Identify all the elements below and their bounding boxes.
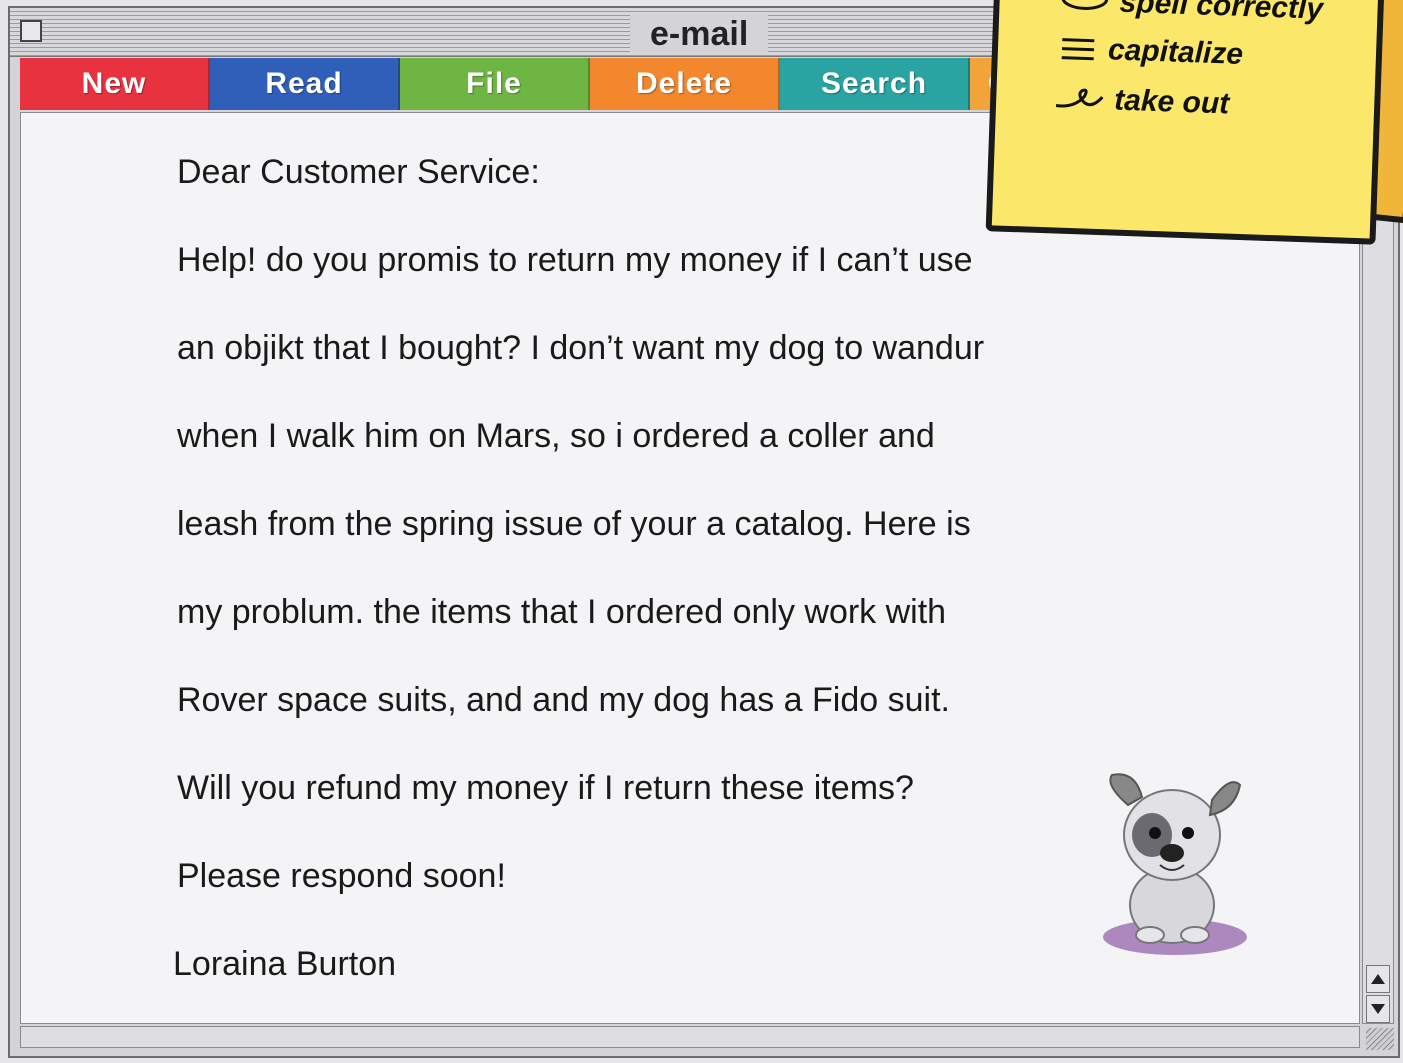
delete-loop-icon — [1055, 88, 1104, 108]
arrow-up-icon — [1371, 974, 1385, 984]
sticky-item-label: spell correctly — [1119, 0, 1324, 26]
scroll-up-arrow[interactable] — [1366, 965, 1390, 993]
sticky-item-label: capitalize — [1107, 33, 1244, 71]
letter-line: an objikt that I bought? I don’t want my… — [177, 329, 985, 367]
read-button-label: Read — [265, 67, 343, 100]
letter-line: Will you refund my money if I return the… — [177, 769, 914, 807]
sticky-item-label: take out — [1113, 83, 1230, 121]
window-title: e-mail — [630, 14, 769, 54]
read-button[interactable]: Read — [210, 58, 400, 110]
resize-grip[interactable] — [1366, 1028, 1394, 1050]
new-button[interactable]: New — [20, 58, 210, 110]
toolbar: New Read File Delete Search C — [20, 58, 1020, 110]
circle-mark-icon — [1061, 0, 1109, 10]
letter-line: Please respond soon! — [177, 857, 506, 895]
horizontal-scrollbar[interactable] — [20, 1026, 1360, 1048]
delete-button-label: Delete — [635, 67, 733, 100]
letter-line: Help! do you promis to return my money i… — [177, 241, 973, 279]
file-button[interactable]: File — [400, 58, 590, 110]
letter-line: Rover space suits, and and my dog has a … — [177, 681, 950, 719]
letter-line: when I walk him on Mars, so i ordered a … — [177, 417, 935, 455]
letter-line: my problum. the items that I ordered onl… — [177, 593, 947, 631]
sticky-note: spell correctly capitalize take out — [985, 0, 1385, 245]
file-button-label: File — [466, 67, 522, 100]
delete-button[interactable]: Delete — [590, 58, 780, 110]
letter-line: Dear Customer Service: — [177, 153, 540, 191]
dog-illustration — [1100, 765, 1250, 965]
sticky-item-spell: spell correctly — [1059, 0, 1324, 27]
scroll-down-arrow[interactable] — [1366, 995, 1390, 1023]
letter-line: leash from the spring issue of your a ca… — [177, 505, 971, 543]
search-button[interactable]: Search — [780, 58, 970, 110]
new-button-label: New — [81, 67, 147, 100]
search-button-label: Search — [820, 67, 928, 100]
close-box[interactable] — [20, 20, 42, 42]
sticky-item-capitalize: capitalize — [1057, 32, 1244, 72]
vertical-scrollbar[interactable] — [1362, 112, 1394, 1024]
sticky-item-take-out: take out — [1054, 81, 1230, 121]
triple-underline-icon — [1061, 38, 1095, 61]
signature: Loraina Burton — [173, 945, 397, 983]
arrow-down-icon — [1371, 1004, 1385, 1014]
